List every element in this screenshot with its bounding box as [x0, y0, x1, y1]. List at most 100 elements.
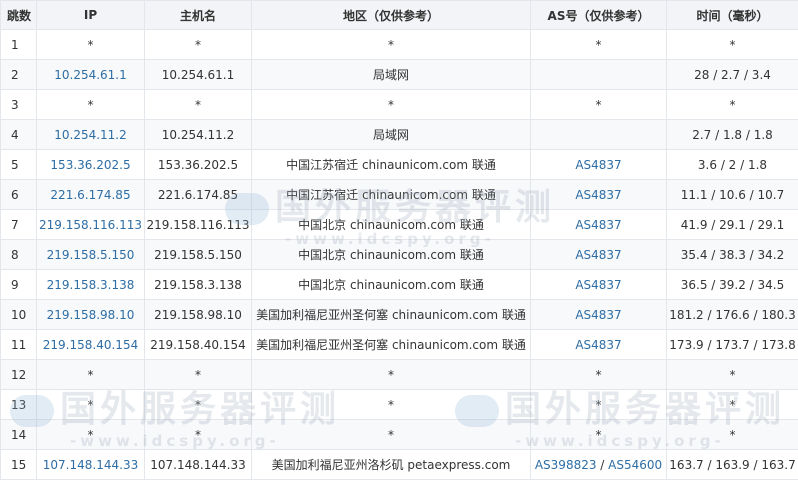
hostname-cell: 219.158.98.10: [145, 300, 252, 330]
hop-number-cell: 15: [1, 450, 37, 480]
as-number-link[interactable]: AS398823: [535, 458, 597, 472]
as-cell: *: [531, 90, 667, 120]
hop-number-cell: 2: [1, 60, 37, 90]
header-as: AS号（仅供参考）: [531, 1, 667, 30]
ip-cell: *: [37, 390, 145, 420]
ip-cell: *: [37, 90, 145, 120]
table-header-row: 跳数 IP 主机名 地区（仅供参考） AS号（仅供参考） 时间（毫秒）: [1, 1, 798, 30]
hop-number-cell: 5: [1, 150, 37, 180]
hop-number-cell: 12: [1, 360, 37, 390]
region-cell: 中国北京 chinaunicom.com 联通: [252, 210, 531, 240]
time-cell: 11.1 / 10.6 / 10.7: [667, 180, 798, 210]
table-row: 6221.6.174.85221.6.174.85中国江苏宿迁 chinauni…: [1, 180, 798, 210]
time-cell: 35.4 / 38.3 / 34.2: [667, 240, 798, 270]
as-number-link[interactable]: AS4837: [575, 158, 621, 172]
ip-cell[interactable]: 10.254.11.2: [37, 120, 145, 150]
as-number: *: [596, 368, 602, 382]
ip-cell: *: [37, 30, 145, 60]
time-cell: 2.7 / 1.8 / 1.8: [667, 120, 798, 150]
table-row: 10219.158.98.10219.158.98.10美国加利福尼亚州圣何塞 …: [1, 300, 798, 330]
region-cell: *: [252, 420, 531, 450]
table-row: 9219.158.3.138219.158.3.138中国北京 chinauni…: [1, 270, 798, 300]
table-row: 5153.36.202.5153.36.202.5中国江苏宿迁 chinauni…: [1, 150, 798, 180]
ip-cell[interactable]: 221.6.174.85: [37, 180, 145, 210]
hop-number-cell: 4: [1, 120, 37, 150]
as-cell: *: [531, 390, 667, 420]
as-number-link[interactable]: AS4837: [575, 248, 621, 262]
header-ip: IP: [37, 1, 145, 30]
ip-cell[interactable]: 219.158.116.113: [37, 210, 145, 240]
time-cell: *: [667, 420, 798, 450]
header-hop: 跳数: [1, 1, 37, 30]
hostname-cell: *: [145, 30, 252, 60]
as-number-link[interactable]: AS4837: [575, 188, 621, 202]
time-cell: *: [667, 30, 798, 60]
time-cell: 41.9 / 29.1 / 29.1: [667, 210, 798, 240]
as-cell: AS4837: [531, 210, 667, 240]
as-number-link[interactable]: AS4837: [575, 278, 621, 292]
table-row: 8219.158.5.150219.158.5.150中国北京 chinauni…: [1, 240, 798, 270]
region-cell: *: [252, 390, 531, 420]
hop-number-cell: 6: [1, 180, 37, 210]
table-row: 11219.158.40.154219.158.40.154美国加利福尼亚州圣何…: [1, 330, 798, 360]
as-number-link[interactable]: AS4837: [575, 218, 621, 232]
ip-cell[interactable]: 219.158.40.154: [37, 330, 145, 360]
time-cell: 163.7 / 163.9 / 163.7: [667, 450, 798, 480]
header-region: 地区（仅供参考）: [252, 1, 531, 30]
as-number-link[interactable]: AS4837: [575, 308, 621, 322]
ip-cell[interactable]: 219.158.98.10: [37, 300, 145, 330]
region-cell: 中国江苏宿迁 chinaunicom.com 联通: [252, 150, 531, 180]
hop-number-cell: 1: [1, 30, 37, 60]
as-cell: [531, 120, 667, 150]
table-row: 410.254.11.210.254.11.2局域网2.7 / 1.8 / 1.…: [1, 120, 798, 150]
region-cell: 美国加利福尼亚州圣何塞 chinaunicom.com 联通: [252, 330, 531, 360]
hostname-cell: 219.158.40.154: [145, 330, 252, 360]
hop-number-cell: 7: [1, 210, 37, 240]
as-cell: AS4837: [531, 300, 667, 330]
hop-number-cell: 14: [1, 420, 37, 450]
as-cell: AS4837: [531, 180, 667, 210]
region-cell: 中国北京 chinaunicom.com 联通: [252, 240, 531, 270]
hostname-cell: 10.254.11.2: [145, 120, 252, 150]
hostname-cell: *: [145, 390, 252, 420]
hop-number-cell: 11: [1, 330, 37, 360]
ip-cell: *: [37, 360, 145, 390]
as-cell: AS4837: [531, 240, 667, 270]
as-number: *: [596, 98, 602, 112]
table-row: 13*****: [1, 390, 798, 420]
as-number-link[interactable]: AS54600: [608, 458, 662, 472]
region-cell: 局域网: [252, 120, 531, 150]
as-number: *: [596, 38, 602, 52]
region-cell: *: [252, 30, 531, 60]
table-row: 12*****: [1, 360, 798, 390]
hostname-cell: 219.158.3.138: [145, 270, 252, 300]
time-cell: *: [667, 390, 798, 420]
hop-number-cell: 3: [1, 90, 37, 120]
time-cell: 3.6 / 2 / 1.8: [667, 150, 798, 180]
as-cell: *: [531, 420, 667, 450]
ip-cell[interactable]: 219.158.3.138: [37, 270, 145, 300]
table-row: 15107.148.144.33107.148.144.33美国加利福尼亚州洛杉…: [1, 450, 798, 480]
table-row: 1*****: [1, 30, 798, 60]
hop-number-cell: 10: [1, 300, 37, 330]
as-cell: AS4837: [531, 150, 667, 180]
region-cell: 局域网: [252, 60, 531, 90]
table-row: 7219.158.116.113219.158.116.113中国北京 chin…: [1, 210, 798, 240]
as-cell: [531, 60, 667, 90]
time-cell: 28 / 2.7 / 3.4: [667, 60, 798, 90]
ip-cell[interactable]: 153.36.202.5: [37, 150, 145, 180]
table-row: 14*****: [1, 420, 798, 450]
time-cell: 181.2 / 176.6 / 180.3: [667, 300, 798, 330]
as-number: *: [596, 428, 602, 442]
ip-cell[interactable]: 10.254.61.1: [37, 60, 145, 90]
region-cell: *: [252, 360, 531, 390]
region-cell: *: [252, 90, 531, 120]
ip-cell[interactable]: 219.158.5.150: [37, 240, 145, 270]
hostname-cell: *: [145, 420, 252, 450]
region-cell: 美国加利福尼亚州圣何塞 chinaunicom.com 联通: [252, 300, 531, 330]
ip-cell[interactable]: 107.148.144.33: [37, 450, 145, 480]
as-number: *: [596, 398, 602, 412]
hostname-cell: 107.148.144.33: [145, 450, 252, 480]
as-number-link[interactable]: AS4837: [575, 338, 621, 352]
hostname-cell: *: [145, 90, 252, 120]
